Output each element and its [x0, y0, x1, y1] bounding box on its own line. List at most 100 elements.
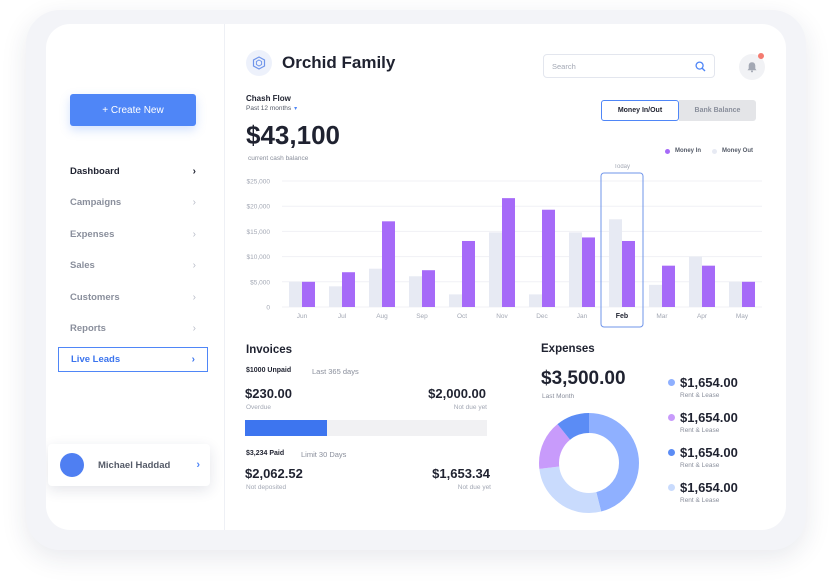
period-label: Past 12 months — [246, 105, 292, 112]
page-title: Orchid Family — [282, 53, 396, 72]
sidebar-item-customers[interactable]: Customers › — [70, 285, 196, 309]
cashflow-chart: $25,000 $20,000 $15,000 $10,000 $5,000 0 Today… — [247, 164, 762, 328]
legend-label: Money Out — [722, 148, 753, 154]
money-in-bar — [742, 281, 755, 307]
x-tick-label: Apr — [697, 313, 708, 320]
sidebar-item-label: Live Leads — [71, 354, 121, 365]
search-placeholder: Search — [552, 61, 576, 71]
expenses-period: Last Month — [542, 393, 575, 400]
chevron-right-icon: › — [192, 196, 196, 208]
money-out-bar — [329, 286, 342, 307]
user-name: Michael Haddad — [98, 459, 171, 471]
expense-label: Rent & Lease — [680, 462, 720, 469]
sidebar-item-live-leads[interactable]: Live Leads › — [58, 347, 208, 372]
chevron-right-icon: › — [192, 228, 196, 240]
expenses-amount: $3,500.00 — [541, 368, 626, 389]
bell-icon — [747, 62, 757, 73]
expense-value: $1,654.00 — [680, 445, 738, 460]
cash-balance: $43,100 — [246, 120, 340, 150]
not-due-label: Not due yet — [453, 404, 487, 411]
money-out-bar — [649, 284, 662, 307]
x-tick-label: Jun — [297, 313, 308, 320]
toggle-money-in-out[interactable]: Money In/Out — [601, 100, 679, 121]
expense-color-dot — [668, 414, 675, 421]
money-out-bar — [689, 256, 702, 307]
legend-label: Money In — [675, 148, 702, 154]
sidebar-item-campaigns[interactable]: Campaigns › — [70, 190, 196, 214]
x-tick-label: Mar — [656, 313, 668, 320]
sidebar-item-reports[interactable]: Reports › — [70, 316, 196, 340]
money-out-bar — [369, 268, 382, 307]
money-in-bar — [382, 221, 395, 307]
expense-label: Rent & Lease — [680, 392, 720, 399]
paid-period: Limit 30 Days — [301, 450, 347, 459]
sidebar-item-dashboard[interactable]: Dashboard › — [70, 159, 196, 183]
chevron-right-icon: › — [192, 259, 196, 271]
unpaid-label: $1000 Unpaid — [246, 367, 292, 374]
legend-money-in: Money In — [665, 148, 701, 154]
not-deposited-label: Not deposited — [246, 484, 287, 491]
expense-color-dot — [668, 379, 675, 386]
y-tick-label: $25,000 — [247, 179, 271, 186]
expense-value: $1,654.00 — [680, 480, 738, 495]
chart-mode-toggle: Money In/Out Bank Balance — [601, 100, 756, 121]
legend-dot — [665, 148, 670, 154]
money-in-bar — [542, 209, 555, 307]
x-tick-label: Dec — [536, 313, 548, 320]
money-in-bar — [302, 281, 315, 307]
sidebar-item-expenses[interactable]: Expenses › — [70, 222, 196, 246]
chevron-right-icon: › — [191, 354, 195, 365]
x-tick-label: Oct — [457, 313, 467, 320]
sidebar-item-label: Dashboard — [70, 165, 120, 177]
sidebar-item-label: Sales — [70, 259, 95, 271]
invoice-progress-fill — [245, 420, 328, 436]
not-due-amount-2: $1,653.34 — [432, 466, 490, 481]
money-out-bar — [409, 276, 422, 307]
expense-label: Rent & Lease — [680, 427, 720, 434]
money-in-bar — [342, 272, 355, 307]
chevron-right-icon[interactable]: › — [196, 459, 200, 471]
cash-balance-label: current cash balance — [248, 155, 309, 162]
expenses-donut-chart — [539, 413, 639, 513]
notification-badge — [758, 53, 764, 59]
overdue-label: Overdue — [246, 404, 271, 411]
sidebar: + Create New Dashboard › Campaigns › Exp… — [46, 24, 225, 530]
toggle-bank-balance[interactable]: Bank Balance — [679, 100, 756, 121]
hexagon-logo-icon — [246, 50, 272, 76]
money-out-bar — [529, 294, 542, 307]
money-in-bar — [622, 240, 635, 307]
not-deposited-amount: $2,062.52 — [245, 466, 303, 481]
money-in-bar — [662, 265, 675, 307]
sidebar-item-sales[interactable]: Sales › — [70, 253, 196, 277]
legend-money-out: Money Out — [712, 148, 753, 154]
money-out-bar — [729, 281, 742, 307]
today-label: Today — [614, 164, 630, 170]
search-input[interactable]: Search — [543, 54, 715, 78]
invoice-progress-bar — [245, 420, 487, 436]
x-tick-label: Sep — [416, 313, 428, 320]
money-in-bar — [462, 240, 475, 307]
y-tick-label: $5,000 — [250, 279, 270, 286]
y-tick-label: 0 — [266, 305, 270, 312]
search-icon[interactable] — [695, 60, 706, 72]
not-due-label-2: Not due yet — [457, 484, 491, 491]
period-selector[interactable]: Past 12 months ▾ — [246, 105, 297, 112]
unpaid-period: Last 365 days — [312, 367, 359, 376]
y-tick-label: $10,000 — [247, 254, 271, 261]
create-new-button[interactable]: + Create New — [70, 94, 196, 126]
user-profile-card[interactable]: Michael Haddad › — [48, 444, 210, 486]
sidebar-item-label: Campaigns — [70, 196, 122, 208]
y-tick-label: $15,000 — [247, 229, 271, 236]
cashflow-title: Chash Flow — [246, 94, 291, 103]
avatar — [60, 453, 84, 477]
not-due-amount: $2,000.00 — [428, 386, 486, 401]
money-in-bar — [422, 270, 435, 307]
expense-color-dot — [668, 484, 675, 491]
money-out-bar — [449, 294, 462, 307]
notifications-button[interactable] — [739, 53, 765, 80]
x-tick-label: Jan — [577, 313, 588, 320]
money-in-bar — [582, 237, 595, 307]
x-tick-label: May — [736, 313, 749, 320]
expenses-title: Expenses — [541, 343, 595, 355]
chevron-right-icon: › — [192, 165, 196, 177]
